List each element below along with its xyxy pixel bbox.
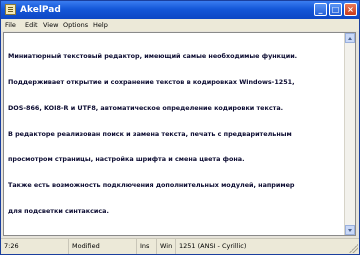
window-title: AkelPad (20, 5, 61, 15)
notepad-icon[interactable] (5, 4, 16, 15)
status-bar: 7:26 Modified Ins Win 1251 (ANSI - Cyril… (1, 238, 359, 254)
maximize-button[interactable]: □ (329, 3, 342, 16)
menu-file[interactable]: File (5, 19, 16, 31)
editor-line: для подсветки синтаксиса. (8, 206, 109, 215)
title-bar[interactable]: AkelPad _ □ × (1, 1, 359, 19)
minimize-button[interactable]: _ (314, 3, 327, 16)
vertical-scrollbar[interactable] (344, 33, 355, 235)
menu-bar: File Edit View Options Help (1, 19, 359, 31)
editor-line: DOS-866, KOI8-R и UTF8, автоматическое о… (8, 103, 284, 112)
status-insert-mode: Ins (137, 239, 157, 254)
menu-options[interactable]: Options (63, 19, 88, 31)
editor-line: Поддерживает открытие и сохранение текст… (8, 77, 295, 86)
scroll-down-icon[interactable] (345, 225, 355, 235)
menu-edit[interactable]: Edit (25, 19, 38, 31)
status-position: 7:26 (1, 239, 69, 254)
close-button[interactable]: × (344, 3, 357, 16)
editor-line: В редакторе реализован поиск и замена те… (8, 129, 292, 138)
status-modified: Modified (69, 239, 137, 254)
scroll-up-icon[interactable] (345, 33, 355, 43)
editor-line: Также есть возможность подключения допол… (8, 181, 295, 190)
status-encoding: 1251 (ANSI - Cyrillic) (179, 242, 247, 250)
menu-help[interactable]: Help (93, 19, 108, 31)
text-editor[interactable]: Миниатюрный текстовый редактор, имеющий … (3, 32, 356, 236)
menu-view[interactable]: View (43, 19, 58, 31)
editor-content[interactable]: Миниатюрный текстовый редактор, имеющий … (8, 35, 344, 233)
app-window: AkelPad _ □ × File Edit View Options Hel… (0, 0, 360, 255)
editor-line: Миниатюрный текстовый редактор, имеющий … (8, 52, 298, 61)
editor-line: просмотром страницы, настройка шрифта и … (8, 155, 245, 164)
resize-grip-icon[interactable] (348, 243, 358, 253)
status-newline: Win (157, 239, 176, 254)
